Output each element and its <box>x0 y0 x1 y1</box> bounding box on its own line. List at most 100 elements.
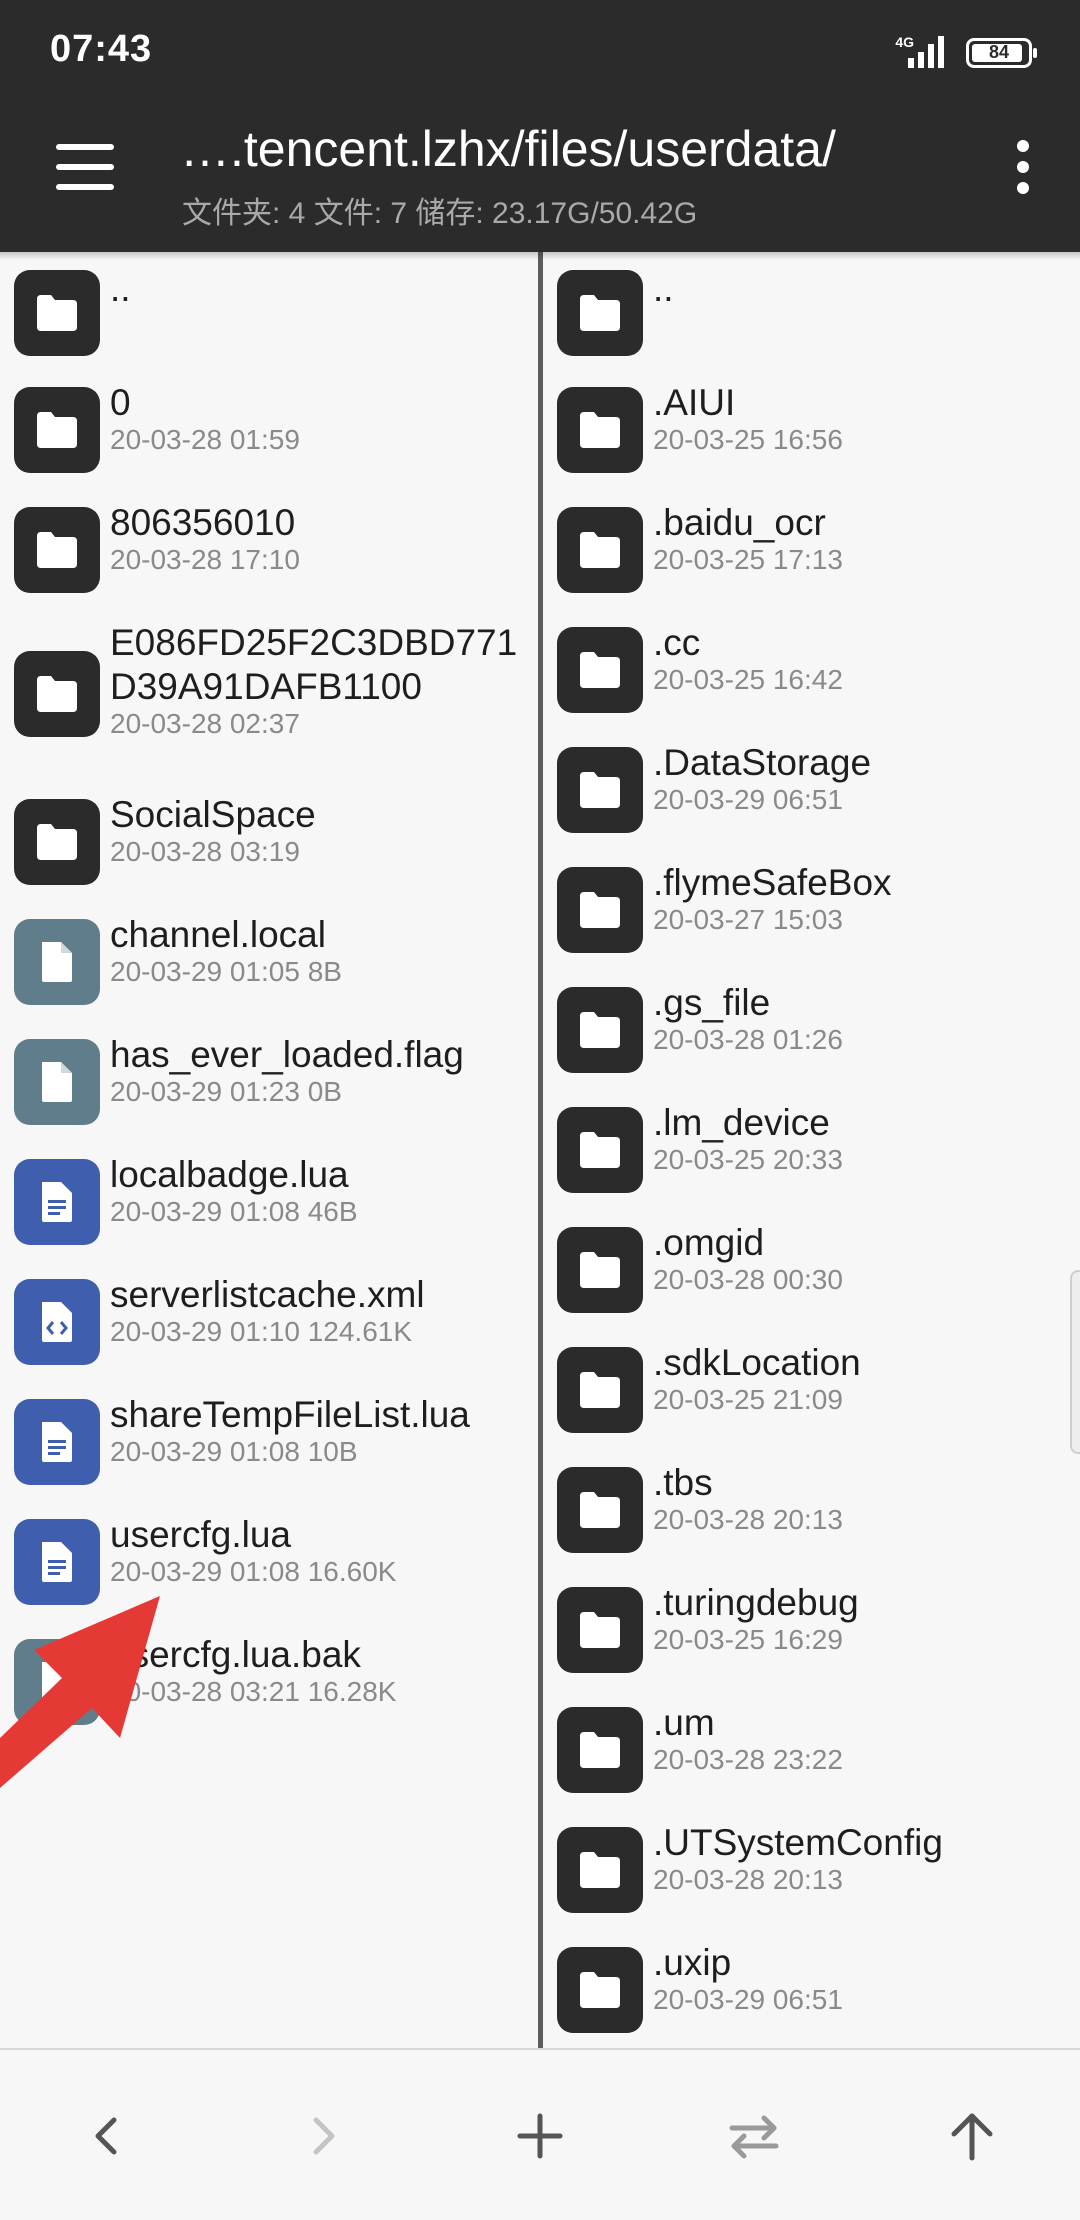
scrollbar-thumb[interactable] <box>1070 1270 1080 1454</box>
file-list-item[interactable]: has_ever_loaded.flag 20-03-29 01:23 0B <box>0 1018 538 1138</box>
file-name-line2: D39A91DAFB1100 <box>110 666 422 707</box>
folder-icon <box>14 799 100 885</box>
file-name: .sdkLocation <box>653 1342 861 1383</box>
folder-icon <box>14 387 100 473</box>
folder-icon <box>557 1587 643 1673</box>
bottom-nav-bar <box>0 2048 1080 2220</box>
file-list-item[interactable]: 806356010 20-03-28 17:10 <box>0 486 538 606</box>
file-name: .flymeSafeBox <box>653 862 892 903</box>
file-name: 806356010 <box>110 502 296 543</box>
battery-level: 84 <box>988 42 1010 62</box>
file-name: localbadge.lua <box>110 1154 349 1195</box>
file-list-item[interactable]: .. <box>0 252 538 366</box>
file-name: SocialSpace <box>110 794 316 835</box>
file-list-item[interactable]: .lm_device 20-03-25 20:33 <box>543 1086 1080 1206</box>
annotation-arrow-icon <box>0 1596 160 1788</box>
chevron-left-icon[interactable] <box>76 2106 136 2166</box>
folder-icon <box>557 1707 643 1793</box>
file-meta: 20-03-29 01:08 10B <box>110 1436 358 1467</box>
file-list-item[interactable]: channel.local 20-03-29 01:05 8B <box>0 898 538 1018</box>
file-meta: 20-03-28 03:19 <box>110 836 300 867</box>
file-list-item[interactable]: .cc 20-03-25 16:42 <box>543 606 1080 726</box>
folder-icon <box>14 270 100 356</box>
file-list-item[interactable]: .DataStorage 20-03-29 06:51 <box>543 726 1080 846</box>
file-meta: 20-03-29 01:08 46B <box>110 1196 358 1227</box>
file-name: .turingdebug <box>653 1582 859 1623</box>
file-meta: 20-03-28 01:59 <box>110 424 300 455</box>
file-name: .uxip <box>653 1942 732 1983</box>
file-meta: 20-03-29 06:51 <box>653 784 843 815</box>
more-options-icon[interactable] <box>1010 140 1036 194</box>
folder-icon <box>557 867 643 953</box>
file-list-item[interactable]: .UTSystemConfig 20-03-28 20:13 <box>543 1806 1080 1926</box>
menu-icon[interactable] <box>56 144 114 190</box>
file-list-item[interactable]: E086FD25F2C3DBD771 D39A91DAFB1100 20-03-28… <box>0 606 538 778</box>
file-meta: 20-03-28 17:10 <box>110 544 300 575</box>
file-name: .lm_device <box>653 1102 830 1143</box>
file-meta: 20-03-27 15:03 <box>653 904 843 935</box>
file-list-item[interactable]: .gs_file 20-03-28 01:26 <box>543 966 1080 1086</box>
file-name: .baidu_ocr <box>653 502 826 543</box>
folder-icon <box>557 270 643 356</box>
swap-icon[interactable] <box>724 2106 784 2166</box>
folder-icon <box>557 387 643 473</box>
file-name: .. <box>653 268 674 309</box>
file-name: E086FD25F2C3DBD771 <box>110 622 518 663</box>
file-meta: 20-03-25 16:29 <box>653 1624 843 1655</box>
file-name: .AIUI <box>653 382 736 423</box>
file-list-item[interactable]: .. <box>543 252 1080 366</box>
folder-icon <box>557 987 643 1073</box>
file-meta: 20-03-29 01:08 16.60K <box>110 1556 397 1587</box>
file-meta: 20-03-29 01:23 0B <box>110 1076 342 1107</box>
file-list-item[interactable]: .uxip 20-03-29 06:51 <box>543 1926 1080 2046</box>
file-name: channel.local <box>110 914 326 955</box>
file-meta: 20-03-29 01:05 8B <box>110 956 342 987</box>
file-list-item[interactable]: .baidu_ocr 20-03-25 17:13 <box>543 486 1080 606</box>
status-bar: 07:43 4G 84 <box>0 0 1080 84</box>
folder-icon <box>557 747 643 833</box>
arrow-up-icon[interactable] <box>942 2106 1002 2166</box>
file-name: .omgid <box>653 1222 765 1263</box>
folder-icon <box>557 1227 643 1313</box>
file-icon <box>14 919 100 1005</box>
signal-icon <box>908 36 944 68</box>
file-list-item[interactable]: .sdkLocation 20-03-25 21:09 <box>543 1326 1080 1446</box>
file-meta: 20-03-28 02:37 <box>110 708 300 739</box>
file-meta: 20-03-28 23:22 <box>653 1744 843 1775</box>
file-list-item[interactable]: .tbs 20-03-28 20:13 <box>543 1446 1080 1566</box>
file-list-item[interactable]: 0 20-03-28 01:59 <box>0 366 538 486</box>
file-meta: 20-03-25 20:33 <box>653 1144 843 1175</box>
file-meta: 20-03-29 06:51 <box>653 1984 843 2015</box>
file-list-item[interactable]: SocialSpace 20-03-28 03:19 <box>0 778 538 898</box>
status-time: 07:43 <box>50 28 153 70</box>
file-name: .um <box>653 1702 715 1743</box>
file-name: .gs_file <box>653 982 771 1023</box>
file-list-item[interactable]: .um 20-03-28 23:22 <box>543 1686 1080 1806</box>
file-name: 0 <box>110 382 131 423</box>
folder-icon <box>557 1107 643 1193</box>
file-list-item[interactable]: shareTempFileList.lua 20-03-29 01:08 10B <box>0 1378 538 1498</box>
folder-icon <box>557 507 643 593</box>
file-list-item[interactable]: .turingdebug 20-03-25 16:29 <box>543 1566 1080 1686</box>
file-meta: 20-03-25 16:42 <box>653 664 843 695</box>
file-name: .UTSystemConfig <box>653 1822 943 1863</box>
text-file-icon <box>14 1159 100 1245</box>
folder-icon <box>557 1827 643 1913</box>
file-list-item[interactable]: .flymeSafeBox 20-03-27 15:03 <box>543 846 1080 966</box>
folder-icon <box>557 1347 643 1433</box>
file-meta: 20-03-25 21:09 <box>653 1384 843 1415</box>
file-meta: 20-03-28 20:13 <box>653 1864 843 1895</box>
file-meta: 20-03-28 01:26 <box>653 1024 843 1055</box>
folder-icon <box>557 1947 643 2033</box>
file-list-item[interactable]: .omgid 20-03-28 00:30 <box>543 1206 1080 1326</box>
file-list-item[interactable]: serverlistcache.xml 20-03-29 01:10 124.61… <box>0 1258 538 1378</box>
file-list-item[interactable]: localbadge.lua 20-03-29 01:08 46B <box>0 1138 538 1258</box>
right-file-pane[interactable]: .. .AIUI 20-03-25 16:56 .baidu_ocr 20-03-25 … <box>543 252 1080 2050</box>
folder-icon <box>14 651 100 737</box>
chevron-right-icon[interactable] <box>294 2106 354 2166</box>
file-list-item[interactable]: .AIUI 20-03-25 16:56 <box>543 366 1080 486</box>
file-meta: 20-03-25 17:13 <box>653 544 843 575</box>
text-file-icon <box>14 1399 100 1485</box>
plus-icon[interactable] <box>510 2106 570 2166</box>
file-icon <box>14 1039 100 1125</box>
